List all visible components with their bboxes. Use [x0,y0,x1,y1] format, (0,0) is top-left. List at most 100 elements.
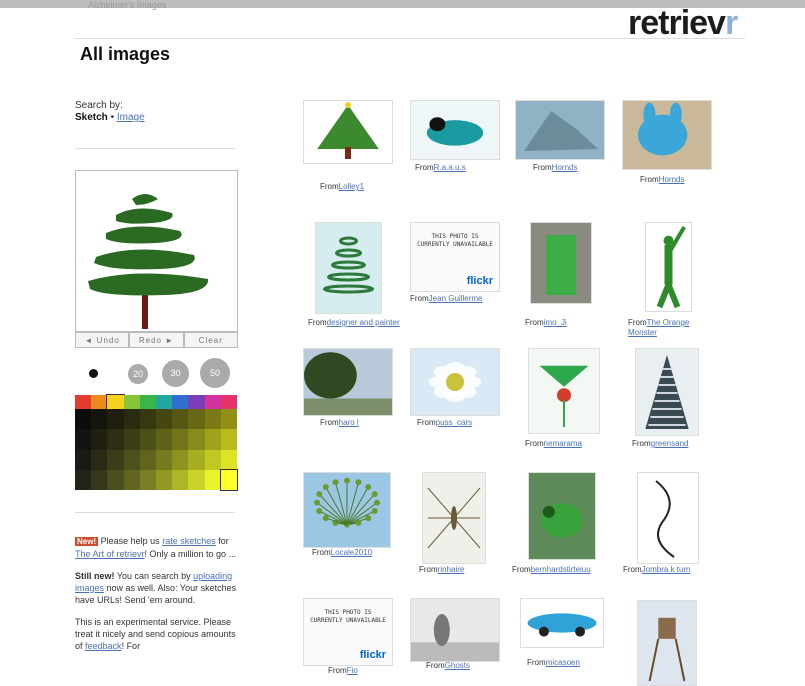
result-thumbnail[interactable] [410,348,500,416]
palette-shade-swatch[interactable] [75,469,92,490]
palette-shade-swatch[interactable] [204,409,221,430]
image-mode-link[interactable]: Image [117,112,145,123]
result-thumbnail[interactable] [622,100,712,170]
result-thumbnail[interactable] [303,472,391,548]
palette-shade-swatch[interactable] [123,429,140,450]
redo-button[interactable]: Redo ► [129,332,184,348]
clear-button[interactable]: Clear [183,332,238,348]
palette-shade-swatch[interactable] [107,409,124,430]
caption-user-link[interactable]: Ghosts [445,661,470,670]
caption-user-link[interactable]: Jean Guillerme [429,294,483,303]
palette-shade-swatch[interactable] [91,449,108,470]
palette-shade-swatch[interactable] [123,409,140,430]
palette-shade-swatch[interactable] [204,449,221,470]
result-thumbnail[interactable] [635,348,699,436]
palette-shade-swatch[interactable] [107,449,124,470]
palette-hue-swatch[interactable] [106,394,125,410]
palette-shade-swatch[interactable] [188,469,205,490]
result-thumbnail[interactable] [528,472,596,560]
caption-user-link[interactable]: imo_Ji [544,318,567,327]
palette-shade-swatch[interactable] [188,449,205,470]
caption-user-link[interactable]: Hornds [659,175,685,184]
palette-shade-swatch[interactable] [75,449,92,470]
palette-shade-swatch[interactable] [139,449,156,470]
palette-hue-swatch[interactable] [188,395,205,409]
palette-shade-swatch[interactable] [123,449,140,470]
palette-shade-swatch[interactable] [75,409,92,430]
palette-shade-swatch[interactable] [91,429,108,450]
palette-hue-swatch[interactable] [204,395,221,409]
palette-hue-swatch[interactable] [91,395,108,409]
caption-user-link[interactable]: R.a.a.u.s [434,163,466,172]
palette-shade-swatch[interactable] [188,429,205,450]
palette-shade-swatch[interactable] [172,409,189,430]
caption-user-link[interactable]: puss_cars [436,418,472,427]
color-palette[interactable] [75,394,239,492]
sketch-canvas[interactable] [75,170,238,332]
caption-user-link[interactable]: micasoen [546,658,580,667]
caption-user-link[interactable]: Locale2010 [331,548,372,557]
palette-shade-swatch[interactable] [204,469,221,490]
result-thumbnail[interactable] [530,222,592,304]
palette-shade-swatch[interactable] [91,409,108,430]
palette-shade-swatch[interactable] [220,429,237,450]
palette-hue-swatch[interactable] [220,395,238,409]
caption-user-link[interactable]: Lolley1 [339,182,364,191]
palette-hue-swatch[interactable] [172,395,189,409]
palette-shade-swatch[interactable] [75,429,92,450]
caption-user-link[interactable]: Jombra k tum [642,565,690,574]
undo-button[interactable]: ◄ Undo [75,332,130,348]
palette-shade-swatch[interactable] [139,429,156,450]
result-thumbnail[interactable] [315,222,382,314]
top-link[interactable]: Alzheimer's Images [88,0,166,10]
palette-shade-swatch[interactable] [220,449,237,470]
palette-hues[interactable] [75,394,238,410]
result-thumbnail[interactable] [422,472,486,564]
caption-user-link[interactable]: nemarama [544,439,582,448]
palette-shade-swatch[interactable] [91,469,108,490]
palette-shades[interactable] [75,409,239,492]
palette-shade-swatch[interactable] [123,469,140,490]
palette-shade-swatch[interactable] [139,469,156,490]
caption-user-link[interactable]: Hornds [552,163,578,172]
palette-shade-swatch[interactable] [156,469,173,490]
result-thumbnail[interactable]: This photo is currently unavailable flick… [303,598,393,666]
result-thumbnail[interactable] [528,348,600,434]
brush-size-small[interactable] [89,369,98,378]
result-thumbnail[interactable] [410,598,500,662]
palette-hue-swatch[interactable] [75,395,92,409]
caption-user-link[interactable]: greensand [651,439,689,448]
brush-size-30[interactable]: 30 [162,360,189,387]
result-thumbnail[interactable] [410,100,500,160]
caption-user-link[interactable]: Fio [347,666,358,675]
palette-shade-swatch[interactable] [156,449,173,470]
palette-shade-swatch[interactable] [172,469,189,490]
palette-shade-swatch[interactable] [172,429,189,450]
art-of-retrievr-link[interactable]: The Art of retrievr [75,549,145,559]
result-thumbnail[interactable] [303,100,393,164]
caption-user-link[interactable]: bernhardstirteiuu [531,565,591,574]
palette-shade-swatch[interactable] [220,409,237,430]
result-thumbnail[interactable] [520,598,604,648]
palette-shade-swatch[interactable] [107,469,124,490]
rate-sketches-link[interactable]: rate sketches [162,536,216,546]
caption-user-link[interactable]: rinhaire [438,565,465,574]
palette-shade-swatch[interactable] [139,409,156,430]
palette-shade-swatch[interactable] [107,429,124,450]
result-thumbnail[interactable] [637,600,697,686]
result-thumbnail[interactable] [515,100,605,160]
palette-shade-swatch[interactable] [188,409,205,430]
palette-hue-swatch[interactable] [156,395,173,409]
palette-hue-swatch[interactable] [139,395,157,409]
caption-user-link[interactable]: haro l [339,418,359,427]
palette-hue-swatch[interactable] [123,395,140,409]
palette-shade-swatch[interactable] [156,409,173,430]
palette-shade-swatch[interactable] [156,429,173,450]
result-thumbnail[interactable] [303,348,393,416]
result-thumbnail[interactable]: This photo is currently unavailable flick… [410,222,500,292]
brush-size-50[interactable]: 50 [200,358,230,388]
feedback-link[interactable]: feedback [85,641,122,651]
palette-shade-swatch[interactable] [204,429,221,450]
sketch-mode[interactable]: Sketch [75,112,108,123]
caption-user-link[interactable]: designer and painter [327,318,400,327]
